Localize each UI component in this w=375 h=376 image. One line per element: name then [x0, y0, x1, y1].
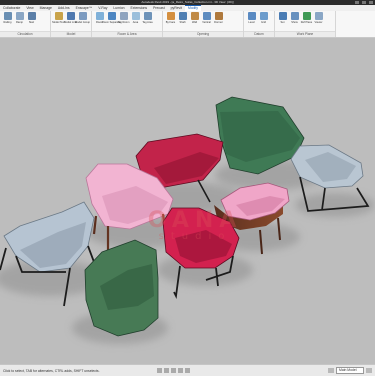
- model-group-icon: [78, 12, 87, 20]
- room-icon: [95, 12, 104, 20]
- window-title: Autodesk Revit 2019 - [a_Retro_Sofas_Col…: [141, 0, 234, 4]
- panel-title: Room & Area: [92, 31, 162, 37]
- dormer-icon: [214, 12, 223, 20]
- tool-label: Wall: [192, 21, 197, 24]
- model-line-icon: [66, 12, 75, 20]
- tag-area-icon: [143, 12, 152, 20]
- panel-room-area: Room Room Separator Tag Room Area Tag Area Ro…: [92, 11, 163, 37]
- grid-button[interactable]: Grid: [258, 12, 269, 24]
- panel-title: Work Plane: [275, 31, 335, 37]
- window-controls: [355, 0, 373, 4]
- view-control-bar: [157, 368, 190, 373]
- wall-opening-icon: [190, 12, 199, 20]
- status-bar: Click to select, TAB for alternates, CTR…: [0, 364, 375, 376]
- panel-circulation: Railing Ramp Stair Circulation: [0, 11, 51, 37]
- tool-label: Area: [132, 21, 139, 24]
- room-separator-button[interactable]: Room Separator: [102, 12, 121, 24]
- show-button[interactable]: Show: [289, 12, 300, 24]
- stair-icon: [27, 12, 36, 20]
- panel-title: Model: [51, 31, 91, 37]
- model-text-icon: [54, 12, 63, 20]
- railing-button[interactable]: Railing: [2, 12, 13, 24]
- tag-area-button[interactable]: Tag Area: [142, 12, 153, 24]
- panel-opening: By Face Shaft Wall Vertical Dormer Opening: [163, 11, 244, 37]
- tool-label: Dormer: [214, 21, 223, 24]
- model-group-button[interactable]: Model Group: [75, 12, 90, 24]
- by-face-button[interactable]: By Face: [165, 12, 176, 24]
- panel-work-plane: Set Show Ref Plane Viewer Work Plane: [275, 11, 336, 37]
- tool-label: Viewer: [314, 21, 323, 24]
- panel-title: Datum: [244, 31, 274, 37]
- model-text-button[interactable]: Model Text: [52, 12, 65, 24]
- show-icon: [290, 12, 299, 20]
- vertical-opening-icon: [202, 12, 211, 20]
- viewer-icon: [314, 12, 323, 20]
- level-button[interactable]: Level: [246, 12, 257, 24]
- tool-label: Tag Room: [117, 21, 130, 24]
- tool-label: Tag Area: [142, 21, 153, 24]
- maximize-icon[interactable]: [362, 1, 366, 4]
- railing-icon: [3, 12, 12, 20]
- tool-label: Model Group: [75, 21, 90, 24]
- status-right-controls: Main Model: [328, 367, 372, 374]
- tool-label: Shaft: [179, 21, 186, 24]
- tag-room-button[interactable]: Tag Room: [118, 12, 129, 24]
- area-icon: [131, 12, 140, 20]
- shaft-button[interactable]: Shaft: [177, 12, 188, 24]
- panel-title: Circulation: [0, 31, 50, 37]
- shaft-icon: [178, 12, 187, 20]
- room-separator-icon: [107, 12, 116, 20]
- by-face-icon: [166, 12, 175, 20]
- ribbon: Railing Ramp Stair Circulation Model Text Mod…: [0, 11, 375, 38]
- chair-dark-green-front[interactable]: [84, 239, 159, 337]
- sun-path-icon[interactable]: [178, 368, 183, 373]
- tool-label: By Face: [165, 21, 176, 24]
- level-icon: [247, 12, 256, 20]
- ramp-icon: [15, 12, 24, 20]
- tool-label: Show: [291, 21, 298, 24]
- ramp-button[interactable]: Ramp: [14, 12, 25, 24]
- ref-plane-button[interactable]: Ref Plane: [301, 12, 312, 24]
- tag-room-icon: [119, 12, 128, 20]
- minimize-icon[interactable]: [355, 1, 359, 4]
- tool-label: Stair: [28, 21, 35, 24]
- area-button[interactable]: Area: [130, 12, 141, 24]
- wall-button[interactable]: Wall: [189, 12, 200, 24]
- panel-datum: Level Grid Datum: [244, 11, 275, 37]
- vertical-button[interactable]: Vertical: [201, 12, 212, 24]
- scale-icon[interactable]: [157, 368, 162, 373]
- shadows-icon[interactable]: [185, 368, 190, 373]
- tool-label: Ramp: [16, 21, 23, 24]
- tool-label: Grid: [261, 21, 266, 24]
- tool-label: Model Text: [52, 21, 65, 24]
- grid-icon: [259, 12, 268, 20]
- tool-label: Level: [248, 21, 255, 24]
- set-icon: [278, 12, 287, 20]
- worksets-icon[interactable]: [328, 368, 334, 373]
- visual-style-icon[interactable]: [171, 368, 176, 373]
- stair-button[interactable]: Stair: [26, 12, 37, 24]
- tool-label: Ref Plane: [300, 21, 313, 24]
- close-icon[interactable]: [369, 1, 373, 4]
- tool-label: Set: [280, 21, 285, 24]
- dormer-button[interactable]: Dormer: [213, 12, 224, 24]
- status-message: Click to select, TAB for alternates, CTR…: [3, 368, 100, 373]
- filter-icon[interactable]: [366, 368, 372, 373]
- tool-label: Vertical: [202, 21, 211, 24]
- set-button[interactable]: Set: [277, 12, 288, 24]
- viewport-canvas[interactable]: [0, 38, 375, 364]
- viewer-button[interactable]: Viewer: [313, 12, 324, 24]
- main-model-dropdown[interactable]: Main Model: [336, 367, 364, 374]
- detail-level-icon[interactable]: [164, 368, 169, 373]
- panel-title: Opening: [163, 31, 243, 37]
- tool-label: Railing: [3, 21, 12, 24]
- panel-model: Model Text Model Line Model Group Model: [51, 11, 92, 37]
- ref-plane-icon: [302, 12, 311, 20]
- 3d-viewport[interactable]: OANA studio: [0, 38, 375, 364]
